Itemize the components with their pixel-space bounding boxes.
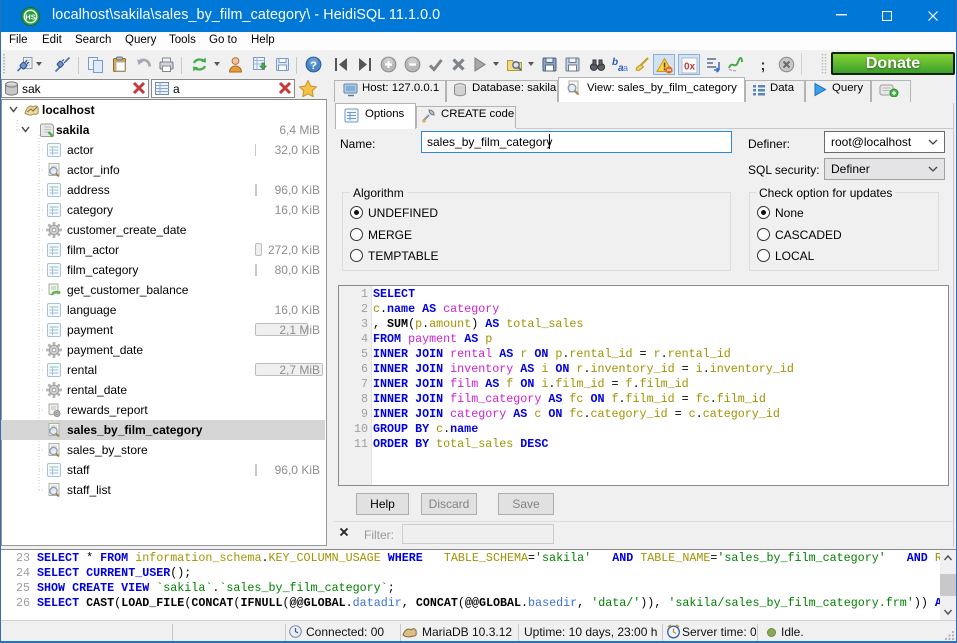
svg-text:0x: 0x — [684, 62, 696, 73]
svg-text:;: ; — [761, 57, 766, 73]
svg-text:HS: HS — [25, 13, 35, 22]
svg-text:?: ? — [310, 60, 317, 72]
svg-text:a: a — [623, 63, 628, 73]
